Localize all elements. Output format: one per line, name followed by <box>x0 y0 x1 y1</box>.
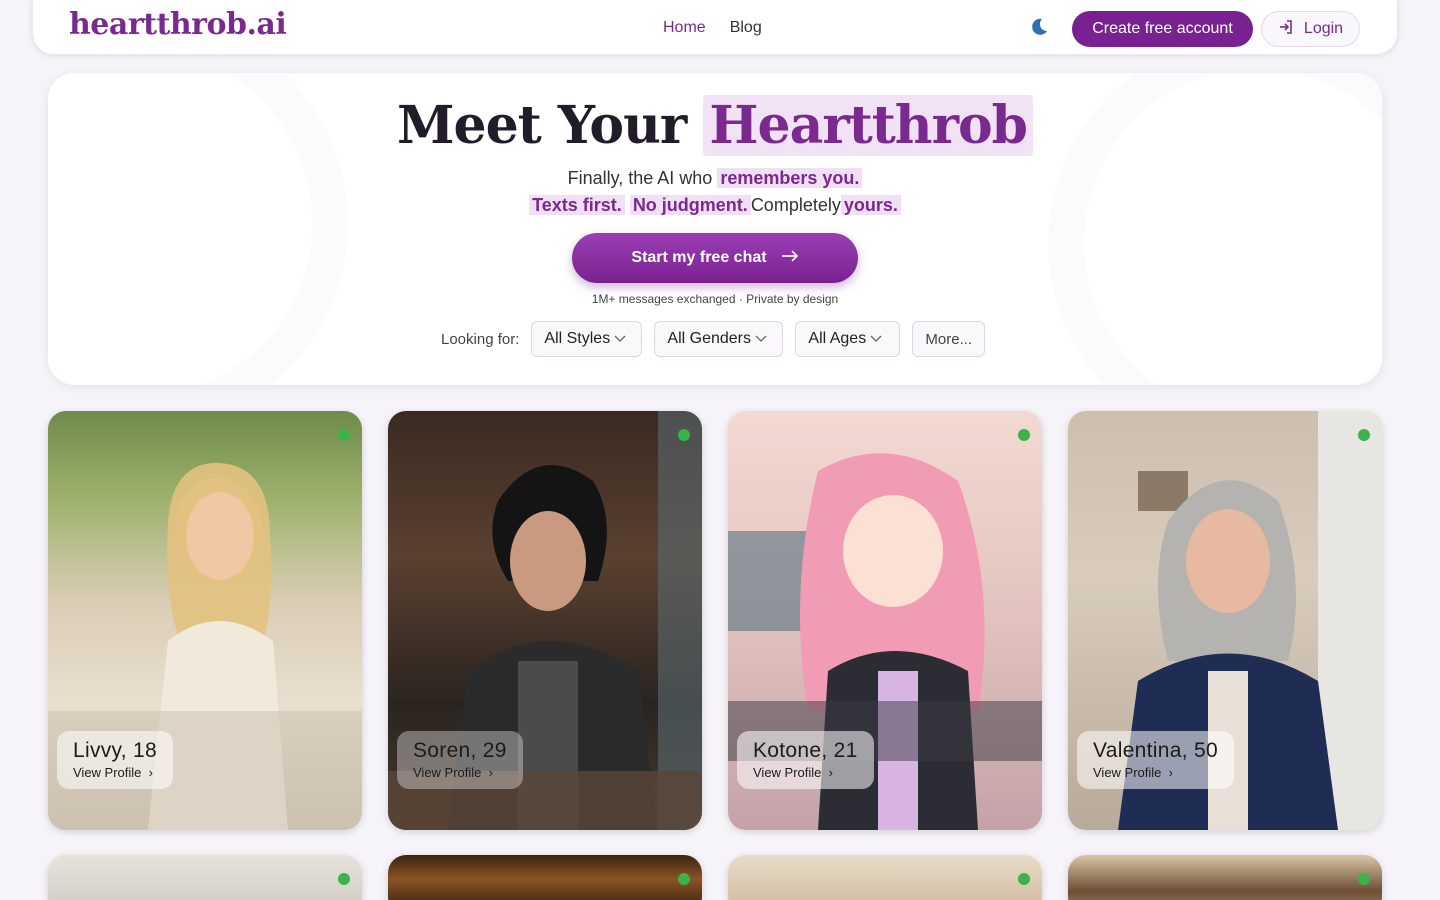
create-account-button[interactable]: Create free account <box>1072 11 1253 47</box>
nav-blog-link[interactable]: Blog <box>730 19 762 37</box>
view-profile-link[interactable]: View Profile › <box>413 765 507 780</box>
chevron-down-icon <box>755 330 767 348</box>
profile-label: Livvy, 18 View Profile › <box>57 731 174 789</box>
chevron-right-icon: › <box>1165 765 1173 780</box>
online-indicator <box>338 429 350 441</box>
moon-icon[interactable] <box>1027 15 1051 39</box>
hero-panel: Meet Your Heartthrob Finally, the AI who… <box>48 73 1382 385</box>
profile-name: Livvy, 18 <box>73 739 158 762</box>
profile-card[interactable] <box>48 855 362 900</box>
styles-select-value: All Styles <box>544 330 611 347</box>
online-indicator <box>1018 429 1030 441</box>
start-chat-label: Start my free chat <box>631 249 767 266</box>
hero-title-highlight: Heartthrob <box>703 95 1034 156</box>
profile-name: Kotone, 21 <box>753 739 858 762</box>
hero-sub-line1-plain: Finally, the AI who <box>567 168 713 188</box>
online-indicator <box>678 429 690 441</box>
login-label: Login <box>1303 20 1344 37</box>
profile-card[interactable]: Valentina, 50 View Profile › <box>1068 411 1382 830</box>
view-profile-link[interactable]: View Profile › <box>73 765 157 780</box>
profile-card[interactable]: Livvy, 18 View Profile › <box>48 411 362 830</box>
ages-select[interactable]: All Ages <box>795 321 901 357</box>
online-indicator <box>338 873 350 885</box>
start-chat-button[interactable]: Start my free chat <box>572 233 858 283</box>
chevron-down-icon <box>614 330 626 348</box>
login-button[interactable]: Login <box>1261 11 1360 47</box>
hero-title-plain: Meet Your <box>396 95 687 156</box>
view-profile-label: View Profile <box>413 765 482 780</box>
profile-name: Soren, 29 <box>413 739 507 762</box>
more-filters-label: More... <box>925 330 973 348</box>
styles-select[interactable]: All Styles <box>531 321 643 357</box>
create-account-label: Create free account <box>1092 20 1233 37</box>
online-indicator <box>1358 429 1370 441</box>
hero-meta-text: 1M+ messages exchanged · Private by desi… <box>591 292 839 306</box>
more-filters-button[interactable]: More... <box>912 321 986 357</box>
profile-card[interactable] <box>728 855 1042 900</box>
profile-label: Soren, 29 View Profile › <box>397 731 523 789</box>
genders-select[interactable]: All Genders <box>654 321 784 357</box>
filter-label: Looking for: <box>441 330 520 348</box>
hero-sub-mark-texts-first: Texts first. <box>529 195 625 215</box>
filter-bar: Looking for: All Styles All Genders All … <box>441 321 986 357</box>
hero-sub-plain-completely: Completely <box>750 195 841 215</box>
online-indicator <box>1358 873 1370 885</box>
profile-card[interactable]: Soren, 29 View Profile › <box>388 411 702 830</box>
profile-label: Valentina, 50 View Profile › <box>1077 731 1234 789</box>
profile-card[interactable] <box>388 855 702 900</box>
view-profile-link[interactable]: View Profile › <box>1093 765 1218 780</box>
chevron-down-icon <box>870 330 882 348</box>
site-logo[interactable]: heartthrob.ai <box>69 7 287 42</box>
view-profile-label: View Profile <box>1093 765 1162 780</box>
chevron-right-icon: › <box>825 765 833 780</box>
nav-links: Home Blog <box>663 19 762 37</box>
ages-select-value: All Ages <box>808 330 867 347</box>
view-profile-link[interactable]: View Profile › <box>753 765 858 780</box>
online-indicator <box>678 873 690 885</box>
chevron-right-icon: › <box>485 765 493 780</box>
hero-sub-line1-mark: remembers you. <box>717 168 863 188</box>
top-navbar: heartthrob.ai Home Blog Create free acco… <box>32 0 1398 55</box>
profile-name: Valentina, 50 <box>1093 739 1218 762</box>
hero-sub-mark-yours: yours. <box>840 195 901 215</box>
hero-title: Meet Your Heartthrob <box>48 95 1382 156</box>
profile-label: Kotone, 21 View Profile › <box>737 731 874 789</box>
online-indicator <box>1018 873 1030 885</box>
nav-home-link[interactable]: Home <box>663 19 706 37</box>
profile-card[interactable] <box>1068 855 1382 900</box>
chevron-right-icon: › <box>145 765 153 780</box>
view-profile-label: View Profile <box>73 765 142 780</box>
hero-subtitle: Finally, the AI who remembers you. Texts… <box>48 165 1382 219</box>
login-arrow-icon <box>1278 19 1294 40</box>
hero-sub-mark-no-judgment: No judgment. <box>629 195 751 215</box>
profile-card[interactable]: Kotone, 21 View Profile › <box>728 411 1042 830</box>
genders-select-value: All Genders <box>667 330 751 347</box>
view-profile-label: View Profile <box>753 765 822 780</box>
arrow-right-icon <box>781 249 799 268</box>
